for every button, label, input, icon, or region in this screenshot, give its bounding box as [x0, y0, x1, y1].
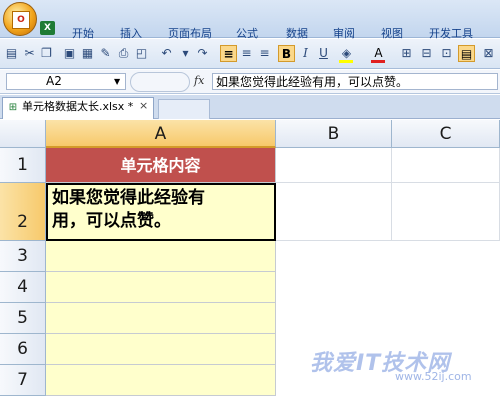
borders-icon[interactable]: ⊞	[398, 45, 415, 62]
insert-function-button[interactable]: fx	[194, 74, 204, 87]
workbook-icon: ⊞	[8, 102, 18, 113]
align-left-icon[interactable]: ≡	[220, 45, 237, 62]
align-center-icon[interactable]: ≡	[238, 45, 255, 62]
row-header-4[interactable]: 4	[0, 272, 46, 303]
cell-c1[interactable]	[392, 148, 500, 183]
cell-a5[interactable]	[46, 303, 276, 334]
bold-button[interactable]: B	[278, 45, 295, 62]
row-header-1[interactable]: 1	[0, 148, 46, 183]
font-color-swatch	[371, 60, 385, 63]
column-header-b[interactable]: B	[276, 120, 392, 148]
cell-b1[interactable]	[276, 148, 392, 183]
cell-a6[interactable]	[46, 334, 276, 365]
name-box-dropdown-icon[interactable]: ▼	[114, 73, 120, 90]
save-icon[interactable]: ▣	[61, 45, 78, 62]
more-icon[interactable]: ⊠	[480, 45, 497, 62]
select-all-corner[interactable]	[0, 120, 46, 148]
undo-icon[interactable]: ↶	[158, 45, 175, 62]
row-header-5[interactable]: 5	[0, 303, 46, 334]
wrap-text-icon[interactable]: ⊡	[438, 45, 455, 62]
merge-cells-icon[interactable]: ⊟	[418, 45, 435, 62]
undo-dropdown-icon[interactable]: ▾	[177, 45, 194, 62]
cell-c2[interactable]	[392, 183, 500, 241]
row-header-6[interactable]: 6	[0, 334, 46, 365]
column-header-c[interactable]: C	[392, 120, 500, 148]
row-header-2[interactable]: 2	[0, 183, 46, 241]
save-as-icon[interactable]: ▦	[79, 45, 96, 62]
cut-icon[interactable]: ✂	[21, 45, 38, 62]
watermark-url: www.52ij.com	[395, 370, 472, 383]
cell-a2[interactable]: 如果您觉得此经验有 用，可以点赞。	[46, 183, 276, 241]
column-header-a[interactable]: A	[46, 120, 276, 148]
format-icon[interactable]: ▤	[458, 45, 475, 62]
format-painter-icon[interactable]: ✎	[97, 45, 114, 62]
print-icon[interactable]: ⎙	[115, 45, 132, 62]
office-logo-icon: O	[12, 11, 30, 29]
copy-icon[interactable]: ❐	[38, 45, 55, 62]
cell-a4[interactable]	[46, 272, 276, 303]
cell-a7[interactable]	[46, 365, 276, 396]
formula-bar-divider	[130, 72, 190, 92]
redo-icon[interactable]: ↷	[194, 45, 211, 62]
cell-a1[interactable]: 单元格内容	[46, 148, 276, 183]
align-right-icon[interactable]: ≡	[256, 45, 273, 62]
excel-icon[interactable]: X	[40, 21, 55, 35]
row-header-3[interactable]: 3	[0, 241, 46, 272]
close-tab-button[interactable]: ×	[139, 99, 148, 113]
row-header-7[interactable]: 7	[0, 365, 46, 396]
cell-a2-line-1: 如果您觉得此经验有	[52, 188, 205, 208]
name-box-value: A2	[46, 74, 62, 88]
formula-input[interactable]: 如果您觉得此经验有用，可以点赞。	[212, 73, 498, 90]
cell-b2[interactable]	[276, 183, 392, 241]
italic-button[interactable]: I	[297, 45, 314, 62]
print-preview-icon[interactable]: ◰	[133, 45, 150, 62]
office-button[interactable]: O	[3, 2, 37, 36]
underline-button[interactable]: U	[315, 45, 332, 62]
name-box[interactable]	[6, 73, 126, 90]
new-tab-button[interactable]	[158, 99, 210, 119]
fill-color-swatch	[339, 60, 353, 63]
cell-a3[interactable]	[46, 241, 276, 272]
cell-a2-line-2: 用，可以点赞。	[52, 211, 171, 231]
document-tab-label: 单元格数据太长.xlsx *	[22, 100, 134, 113]
paste-icon[interactable]: ▤	[3, 45, 20, 62]
